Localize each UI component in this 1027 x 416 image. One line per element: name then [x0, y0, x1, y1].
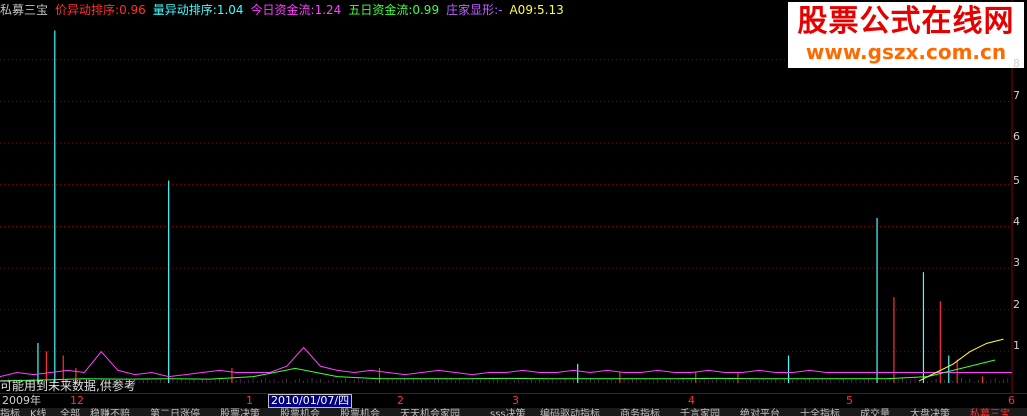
value-text: 1.24 [314, 3, 342, 17]
indicator-tab[interactable]: 绝对平台 [740, 408, 780, 416]
cursor-date-label: 2010/01/07/四 [268, 394, 353, 408]
indicator-tab[interactable]: sss决策 [490, 408, 526, 416]
money-5day-label: 五日资金流:0.99 [348, 3, 439, 17]
indicator-tab-bar: 指标 K线 全部 稳赚不赔 第二日涨停 股票决策 股票机会 股票机会 天天机会家园 sss决策 编码… [0, 408, 1027, 416]
indicator-tab[interactable]: 大盘决策 [910, 408, 950, 416]
indicator-tab[interactable]: 第二日涨停 [150, 408, 200, 416]
indicator-tab[interactable]: 股票机会 [340, 408, 380, 416]
indicator-tab[interactable]: 指标 [0, 408, 20, 416]
month-label: 1 [246, 394, 253, 407]
label-text: 今日资金流: [250, 3, 315, 17]
y-tick-label: 3 [1013, 256, 1020, 269]
volume-anomaly-label: 量异动排序:1.04 [153, 3, 244, 17]
month-label: 12 [70, 394, 84, 407]
indicator-tab[interactable]: 股票机会 [280, 408, 320, 416]
month-label: 4 [688, 394, 695, 407]
y-tick-label: 6 [1013, 130, 1020, 143]
a09-label: A09:5.13 [509, 3, 563, 17]
future-data-warning: 可能用到未来数据,供参考 [0, 379, 136, 393]
indicator-tab[interactable]: K线 [30, 408, 47, 416]
indicator-tab[interactable]: 全部 [60, 408, 80, 416]
banker-label: 庄家显形:- [446, 3, 502, 17]
y-tick-label: 7 [1013, 89, 1020, 102]
label-text: 量异动排序: [152, 3, 217, 17]
month-label: 5 [846, 394, 853, 407]
value-text: 0.96 [119, 3, 146, 17]
month-label: 6 [1008, 394, 1015, 407]
site-watermark: 股票公式在线网 www.gszx.com.cn [788, 2, 1024, 68]
y-tick-label: 2 [1013, 298, 1020, 311]
y-tick-label: 8 [1013, 57, 1020, 70]
series-line [0, 346, 1012, 378]
y-tick-label: 1 [1013, 339, 1020, 352]
series-line [919, 338, 1004, 382]
label-text: A09: [509, 3, 537, 17]
watermark-title: 股票公式在线网 [797, 4, 1015, 39]
watermark-url: www.gszx.com.cn [805, 40, 1007, 64]
value-text: 0.99 [412, 3, 440, 17]
year-label: 2009年 [2, 394, 41, 407]
y-tick-label: 4 [1013, 215, 1020, 228]
label-text: 庄家显形: [446, 3, 499, 17]
indicator-tab[interactable]: 十全指标 [800, 408, 840, 416]
indicator-tab[interactable]: 股票决策 [220, 408, 260, 416]
date-axis[interactable]: 2009年 12 1 2 3 4 5 6 [0, 393, 1027, 408]
money-today-label: 今日资金流:1.24 [251, 3, 342, 17]
y-axis: 8 7 6 5 4 3 2 1 [1013, 0, 1027, 393]
value-text: 1.04 [216, 3, 244, 17]
stock-chart-window: 私募三宝 价异动排序:0.96 量异动排序:1.04 今日资金流:1.24 五日资金流:… [0, 0, 1027, 416]
indicator-tab[interactable]: 天天机会家园 [400, 408, 460, 416]
label-text: 五日资金流: [348, 3, 413, 17]
indicator-tab[interactable]: 成交量 [860, 408, 890, 416]
label-text: 价异动排序: [55, 3, 120, 17]
value-text: 5.13 [537, 3, 564, 17]
indicator-tab[interactable]: 私募三宝 [970, 408, 1010, 416]
y-tick-label: 5 [1013, 174, 1020, 187]
month-label: 2 [397, 394, 404, 407]
month-label: 3 [512, 394, 519, 407]
indicator-tab[interactable]: 稳赚不赔 [90, 408, 130, 416]
indicator-title: 私募三宝 [0, 3, 49, 17]
price-anomaly-label: 价异动排序:0.96 [55, 3, 146, 17]
indicator-tab[interactable]: 商务指标 [620, 408, 660, 416]
indicator-header: 私募三宝 价异动排序:0.96 量异动排序:1.04 今日资金流:1.24 五日资金流:… [0, 3, 571, 17]
indicator-tab[interactable]: 编码驱动指标 [540, 408, 600, 416]
indicator-tab[interactable]: 千言家园 [680, 408, 720, 416]
value-text: - [498, 3, 503, 17]
series-line [0, 359, 996, 382]
